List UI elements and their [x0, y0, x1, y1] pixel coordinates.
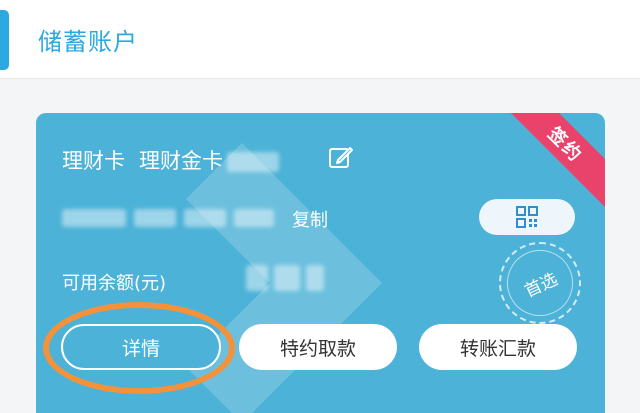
masked-digits: [306, 265, 324, 291]
signed-ribbon-label: 签约: [543, 123, 587, 167]
masked-digits: [62, 209, 126, 227]
primary-card-stamp: 首选: [496, 239, 584, 327]
masked-digits: [274, 265, 300, 291]
primary-card-stamp-inner: 首选: [496, 239, 584, 327]
masked-digits: [234, 209, 274, 227]
edit-icon[interactable]: [328, 145, 354, 171]
masked-digits: [246, 265, 268, 291]
masked-digits: [134, 209, 176, 227]
page-title: 储蓄账户: [38, 28, 138, 56]
primary-card-label: 首选: [521, 269, 561, 302]
masked-card-number: [62, 207, 274, 229]
special-withdraw-button[interactable]: 特约取款: [239, 324, 397, 370]
masked-balance: [246, 263, 324, 293]
page-header: 储蓄账户: [0, 0, 640, 79]
masked-card-suffix: [227, 152, 279, 172]
card-title: 理财卡 理财金卡: [62, 145, 279, 175]
account-card[interactable]: 签约 理财卡 理财金卡 复制 可用余额(元) 首选 详情 特约取款 转账汇款: [36, 113, 605, 413]
signed-ribbon: 签约: [500, 113, 605, 210]
qr-code-icon: [516, 206, 538, 228]
copy-button[interactable]: 复制: [292, 206, 328, 232]
masked-digits: [184, 209, 226, 227]
transfer-button[interactable]: 转账汇款: [419, 324, 577, 370]
card-watermark-arrow: [186, 143, 382, 413]
detail-button[interactable]: 详情: [61, 324, 221, 370]
balance-label: 可用余额(元): [62, 273, 167, 294]
section-gap: [0, 80, 640, 108]
card-type: 理财卡: [62, 149, 125, 173]
card-name: 理财金卡: [139, 149, 223, 173]
header-accent-bar: [0, 10, 9, 70]
qr-code-button[interactable]: [479, 199, 575, 235]
